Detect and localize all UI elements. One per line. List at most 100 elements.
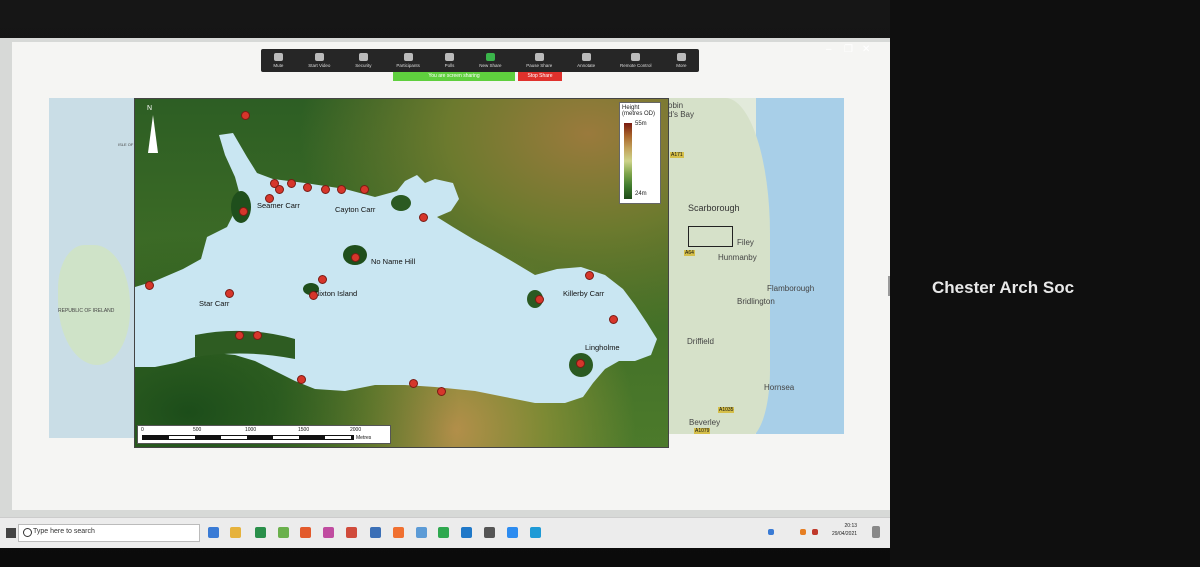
scale-tick: 2000 [350, 427, 362, 433]
scale-bar-graphic [142, 435, 354, 440]
windows-taskbar: Type here to search 20:13 29/04/2021 [0, 517, 890, 548]
participant-name: Chester Arch Soc [932, 278, 1075, 297]
site-marker [309, 291, 318, 300]
killerby-carr-label: Killerby Carr [563, 289, 605, 298]
skype-icon[interactable] [461, 527, 472, 538]
scale-unit: Metres [356, 435, 372, 441]
pause-share-button[interactable]: Pause Share [526, 53, 552, 68]
site-marker [225, 289, 234, 298]
site-marker [318, 275, 327, 284]
screen-sharing-banner: You are screen sharing [393, 72, 515, 81]
pen-icon [581, 53, 591, 61]
start-video-button[interactable]: Start Video [308, 53, 330, 68]
site-marker [297, 375, 306, 384]
tray-icon[interactable] [768, 529, 774, 535]
share-icon [485, 53, 495, 61]
site-marker [337, 185, 346, 194]
stop-share-button[interactable]: Stop Share [518, 72, 562, 81]
app-icon[interactable] [370, 527, 381, 538]
chrome-icon[interactable] [300, 527, 311, 538]
site-marker [585, 271, 594, 280]
flixton-island-label: Flixton Island [313, 289, 358, 298]
mic-icon [273, 53, 283, 61]
security-button[interactable]: Security [355, 53, 372, 68]
cayton-carr-label: Cayton Carr [335, 205, 376, 214]
a1035-road-label: A1035 [718, 407, 735, 413]
close-icon[interactable]: ✕ [862, 44, 870, 55]
site-marker [235, 331, 244, 340]
app-icon[interactable] [416, 527, 427, 538]
site-marker [419, 213, 428, 222]
site-marker [351, 253, 360, 262]
video-icon [314, 53, 324, 61]
site-marker [360, 185, 369, 194]
hornsea-label: Hornsea [764, 383, 795, 392]
site-marker [409, 379, 418, 388]
polls-button[interactable]: Polls [445, 53, 454, 68]
scale-bar: 0 500 1000 1500 2000 Metres [137, 425, 391, 444]
site-marker [241, 111, 250, 120]
bridlington-label: Bridlington [737, 297, 775, 306]
ireland-label: REPUBLIC OF IRELAND [58, 308, 115, 314]
new-share-button[interactable]: New Share [479, 53, 501, 68]
scale-tick: 1000 [245, 427, 257, 433]
remote-control-button[interactable]: Remote Control [620, 53, 651, 68]
site-marker [275, 185, 284, 194]
excel-icon[interactable] [255, 527, 266, 538]
search-icon [23, 528, 32, 537]
participants-button[interactable]: Participants [396, 53, 420, 68]
a171-road-label: A171 [670, 152, 684, 158]
app-icon[interactable] [278, 527, 289, 538]
task-view-icon[interactable] [208, 527, 219, 538]
app-icon[interactable] [484, 527, 495, 538]
legend-high: 55m [635, 121, 647, 127]
lingholme-label: Lingholme [585, 343, 620, 352]
yorkshire-land [668, 98, 770, 434]
taskbar-clock[interactable]: 20:13 29/04/2021 [832, 522, 857, 538]
site-marker [253, 331, 262, 340]
legend-low: 24m [635, 191, 647, 197]
search-placeholder: Type here to search [33, 528, 95, 535]
app-icon[interactable] [323, 527, 334, 538]
site-marker [303, 183, 312, 192]
more-button[interactable]: More [676, 53, 687, 68]
firefox-icon[interactable] [393, 527, 404, 538]
a1079-road-label: A1079 [694, 428, 711, 434]
site-marker [535, 295, 544, 304]
coastline-map [668, 98, 844, 434]
annotate-button[interactable]: Annotate [577, 53, 595, 68]
site-marker [437, 387, 446, 396]
site-marker [287, 179, 296, 188]
scale-tick: 1500 [298, 427, 310, 433]
tray-icon[interactable] [812, 529, 818, 535]
app-icon[interactable] [438, 527, 449, 538]
tray-icon[interactable] [800, 529, 806, 535]
mute-button[interactable]: Mute [273, 53, 283, 68]
panel-resize-handle[interactable] [888, 276, 890, 296]
legend-colorbar [624, 123, 632, 199]
shield-icon [358, 53, 368, 61]
app-icon[interactable] [530, 527, 541, 538]
star-carr-label: Star Carr [199, 299, 230, 308]
a64-road-label: A64 [684, 250, 695, 256]
remote-icon [631, 53, 641, 61]
height-legend: Height (metres OD) 55m 24m [619, 102, 661, 204]
clock-time: 20:13 [844, 523, 858, 529]
lidar-elevation-map: N Height (metres OD) 55m 24m 0 500 1000 … [134, 98, 669, 448]
taskbar-search-box[interactable]: Type here to search [18, 524, 200, 542]
site-marker [609, 315, 618, 324]
pdf-icon[interactable] [346, 527, 357, 538]
scale-tick: 0 [141, 427, 144, 433]
site-marker [239, 207, 248, 216]
seamer-carr-label: Seamer Carr [257, 201, 300, 210]
zoom-icon[interactable] [507, 527, 518, 538]
windows-start-icon[interactable] [6, 528, 16, 538]
notifications-icon[interactable] [872, 526, 880, 538]
site-marker [145, 281, 154, 290]
file-explorer-icon[interactable] [230, 527, 241, 538]
beverley-label: Beverley [689, 418, 721, 427]
restore-icon[interactable]: ❐ [844, 44, 853, 55]
minimize-icon[interactable]: – [826, 44, 832, 55]
zoom-share-toolbar: Mute Start Video Security Participants P… [261, 49, 699, 72]
site-marker [265, 194, 274, 203]
